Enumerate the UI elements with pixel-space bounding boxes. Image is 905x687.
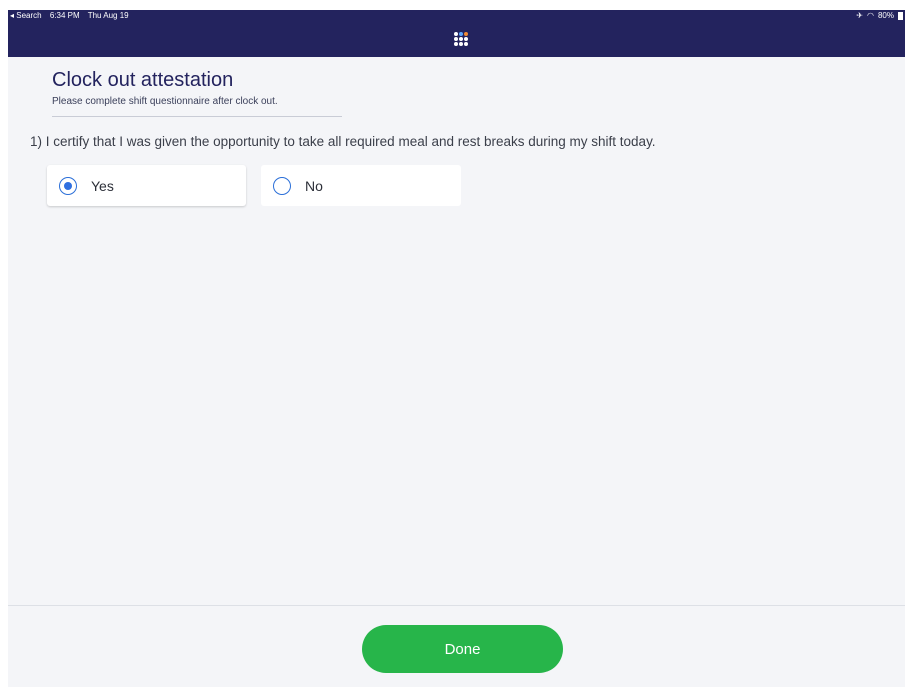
page-title: Clock out attestation [52,69,234,91]
wifi-icon: ◠ [867,11,874,20]
footer-divider [8,605,905,606]
app-grid-icon[interactable] [454,32,468,46]
done-button[interactable]: Done [362,625,563,673]
option-no-label: No [305,177,323,194]
status-date: Thu Aug 19 [87,11,129,20]
battery-icon [898,11,903,20]
radio-unselected-icon[interactable] [273,176,291,195]
back-to-search-link[interactable]: ◂ Search [10,11,42,20]
option-yes-label: Yes [91,177,114,194]
airplane-icon: ✈ [856,11,863,20]
app-frame: ◂ Search 6:34 PM Thu Aug 19 ✈ ◠ 80% Cloc… [8,10,905,687]
status-bar-right: ✈ ◠ 80% [856,11,903,20]
question-text: 1) I certify that I was given the opport… [30,134,656,149]
option-no[interactable]: No [261,165,461,206]
battery-percent: 80% [877,11,894,20]
status-time: 6:34 PM [49,11,80,20]
page-subtitle: Please complete shift questionnaire afte… [52,96,278,107]
top-bar: ◂ Search 6:34 PM Thu Aug 19 ✈ ◠ 80% [8,10,905,57]
title-divider [52,116,342,117]
option-yes[interactable]: Yes [47,165,246,206]
status-bar-left: ◂ Search 6:34 PM Thu Aug 19 [10,11,135,20]
radio-selected-icon[interactable] [59,176,77,195]
